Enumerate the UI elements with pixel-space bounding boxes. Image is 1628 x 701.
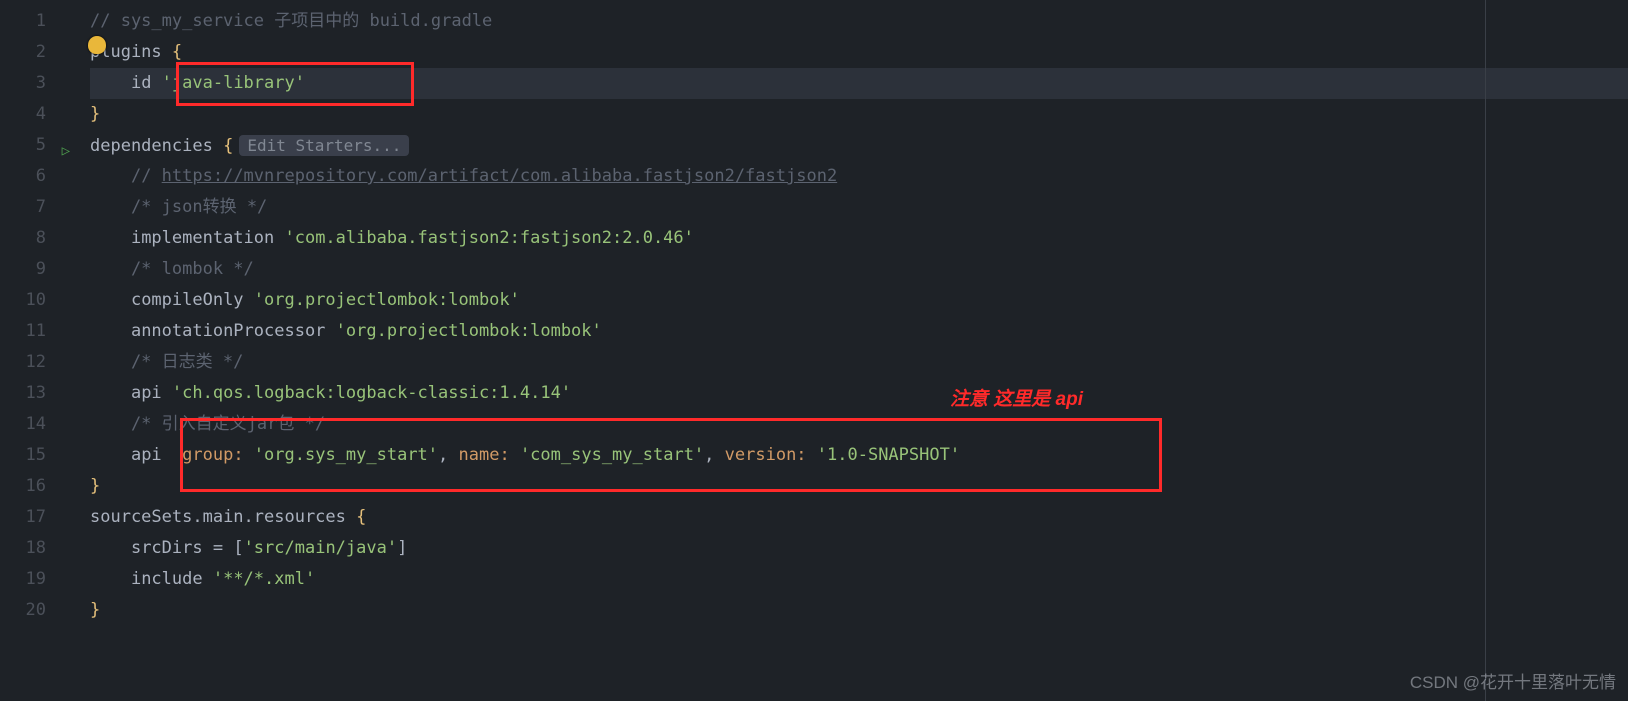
line-number: 15 [0,440,46,471]
code-line[interactable]: api 'ch.qos.logback:logback-classic:1.4.… [90,378,1628,409]
line-number: 17 [0,502,46,533]
line-number: 14 [0,409,46,440]
line-number: 3 [0,68,46,99]
code-line[interactable]: srcDirs = ['src/main/java'] [90,533,1628,564]
line-number: 9 [0,254,46,285]
line-number: 11 [0,316,46,347]
code-line[interactable]: } [90,99,1628,130]
code-line[interactable]: /* 日志类 */ [90,347,1628,378]
line-number-gutter: 1 2 3 4 5▷ 6 7 8 9 10 11 12 13 14 15 16 … [0,0,64,701]
line-number: 1 [0,6,46,37]
watermark-text: CSDN @花开十里落叶无情 [1410,668,1616,693]
line-number: 6 [0,161,46,192]
line-number: 10 [0,285,46,316]
code-line[interactable]: include '**/*.xml' [90,564,1628,595]
line-number: 7 [0,192,46,223]
line-number: 12 [0,347,46,378]
lightbulb-icon[interactable] [88,36,106,54]
line-number: 5▷ [0,130,46,161]
code-line[interactable]: // https://mvnrepository.com/artifact/co… [90,161,1628,192]
line-number: 4 [0,99,46,130]
line-number: 8 [0,223,46,254]
edit-starters-hint[interactable]: Edit Starters... [239,135,409,156]
code-line[interactable]: plugins { [90,37,1628,68]
line-number: 20 [0,595,46,626]
code-editor[interactable]: 1 2 3 4 5▷ 6 7 8 9 10 11 12 13 14 15 16 … [0,0,1628,701]
code-line[interactable]: sourceSets.main.resources { [90,502,1628,533]
code-line[interactable]: compileOnly 'org.projectlombok:lombok' [90,285,1628,316]
code-area[interactable]: // sys_my_service 子项目中的 build.gradle plu… [64,0,1628,701]
code-line[interactable]: // sys_my_service 子项目中的 build.gradle [90,6,1628,37]
annotation-text: 注意 这里是 api [950,384,1083,411]
line-number: 13 [0,378,46,409]
editor-guide-line [1485,0,1486,701]
code-line[interactable]: } [90,595,1628,626]
repo-link[interactable]: https://mvnrepository.com/artifact/com.a… [162,166,838,186]
line-number: 19 [0,564,46,595]
code-line[interactable]: id 'java-library' [90,68,1628,99]
code-line[interactable]: } [90,471,1628,502]
line-number: 2 [0,37,46,68]
code-line[interactable]: /* lombok */ [90,254,1628,285]
code-line[interactable]: annotationProcessor 'org.projectlombok:l… [90,316,1628,347]
line-number: 18 [0,533,46,564]
code-line[interactable]: /* 引入自定义jar包 */ [90,409,1628,440]
code-line[interactable]: api group: 'org.sys_my_start', name: 'co… [90,440,1628,471]
line-number: 16 [0,471,46,502]
code-line[interactable]: /* json转换 */ [90,192,1628,223]
code-line[interactable]: dependencies {Edit Starters... [90,130,1628,161]
code-line[interactable]: implementation 'com.alibaba.fastjson2:fa… [90,223,1628,254]
